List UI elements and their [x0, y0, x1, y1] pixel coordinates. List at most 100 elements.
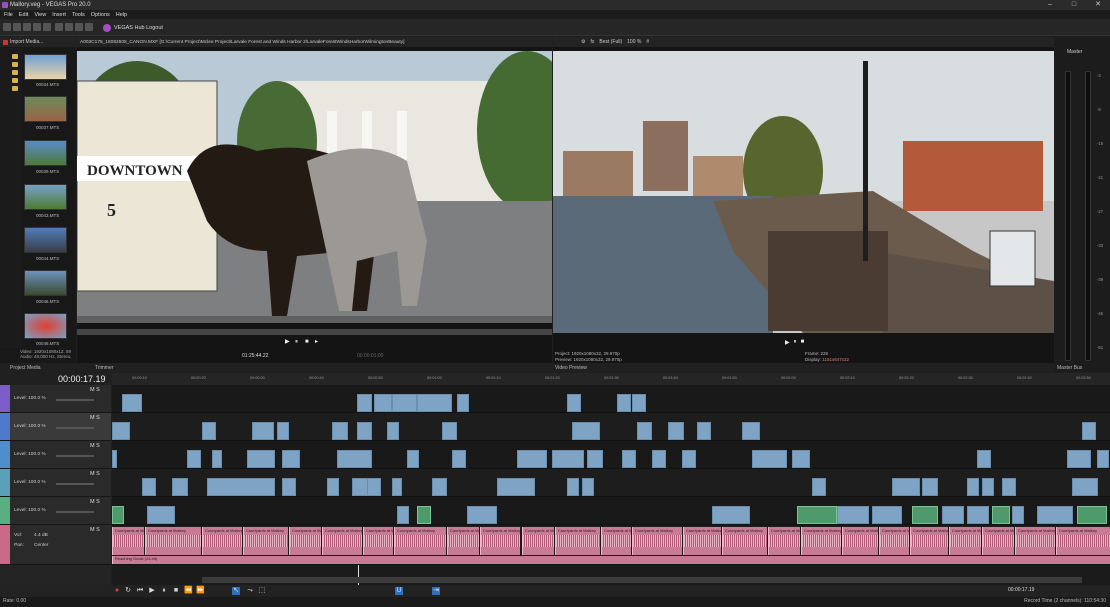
pause-icon[interactable]: ⏸ [794, 339, 797, 346]
video-clip[interactable] [112, 506, 124, 524]
video-clip[interactable] [374, 394, 392, 412]
video-track-header[interactable]: Level: 100.0 % M S [0, 385, 111, 413]
video-clip[interactable] [282, 478, 296, 496]
video-clip[interactable] [367, 478, 381, 496]
video-clip[interactable] [992, 506, 1010, 524]
video-track-header[interactable]: Level: 100.0 % M S [0, 413, 111, 441]
video-clip[interactable] [752, 450, 787, 468]
video-clip[interactable] [392, 478, 402, 496]
audio-clip[interactable]: Courtyards at Mallory [289, 527, 330, 555]
undo-icon[interactable] [75, 23, 83, 31]
menu-options[interactable]: Options [91, 12, 110, 18]
level-slider[interactable] [56, 483, 94, 485]
audio-clip[interactable]: Courtyards at Mallory [1015, 527, 1056, 555]
pause-icon[interactable]: ⏸ [160, 587, 168, 595]
video-clip[interactable] [247, 450, 275, 468]
video-clip[interactable] [587, 450, 603, 468]
menu-edit[interactable]: Edit [19, 12, 28, 18]
video-clip[interactable] [892, 478, 920, 496]
media-thumbnail[interactable] [24, 184, 67, 210]
video-clip[interactable] [1037, 506, 1073, 524]
tab-project-media[interactable]: Project Media [10, 365, 41, 371]
audio-clip[interactable]: Courtyards at Mallory [522, 527, 563, 555]
video-clip[interactable] [797, 506, 837, 524]
video-clip[interactable] [922, 478, 938, 496]
audio-clip[interactable]: Courtyards at Mallory [202, 527, 243, 555]
auto-ripple-icon[interactable]: ⇥ [432, 587, 440, 595]
record-icon[interactable]: ● [113, 587, 121, 595]
video-clip[interactable] [417, 506, 431, 524]
video-clip[interactable] [357, 394, 372, 412]
video-clip[interactable] [567, 478, 579, 496]
video-clip[interactable] [572, 422, 600, 440]
video-track-header[interactable]: Level: 100.0 % M S [0, 497, 111, 525]
video-clip[interactable] [442, 422, 457, 440]
save-icon[interactable] [23, 23, 31, 31]
timeline-tracks[interactable]: Courtyards at Mallory Courtyards at Mallo… [112, 385, 1110, 585]
audio-clip[interactable]: Courtyards at Mallory [394, 527, 446, 555]
video-clip[interactable] [452, 450, 466, 468]
trimmer-scrub-bar[interactable] [77, 329, 552, 335]
video-clip[interactable] [187, 450, 201, 468]
video-clip[interactable] [1067, 450, 1091, 468]
video-clip[interactable] [552, 450, 584, 468]
mute-solo-buttons[interactable]: M S [90, 443, 100, 449]
video-clip[interactable] [417, 394, 452, 412]
trimmer-video[interactable]: DOWNTOWN 5 [77, 51, 552, 323]
video-clip[interactable] [637, 422, 652, 440]
render-icon[interactable] [33, 23, 41, 31]
folder-icon[interactable] [12, 54, 18, 59]
audio-clip[interactable]: Courtyards at Mallory [1056, 527, 1110, 555]
video-clip[interactable] [147, 506, 175, 524]
video-clip[interactable] [142, 478, 156, 496]
audio-clip[interactable]: Courtyards at Mallory [243, 527, 288, 555]
audio-clip[interactable]: Courtyards at Mallory [363, 527, 404, 555]
audio-clip[interactable]: Courtyards at Mallory [910, 527, 951, 555]
audio-track-header[interactable]: Vol: 4.4 dB Pan: Center M S [0, 525, 111, 565]
level-slider[interactable] [56, 427, 94, 429]
audio-clip[interactable]: Courtyards at Mallory [801, 527, 842, 555]
stop-icon[interactable]: ■ [801, 339, 805, 346]
audio-clip[interactable]: Courtyards at Mallory [145, 527, 201, 555]
audio-clip[interactable]: Courtyards at Mallory [768, 527, 809, 555]
folder-icon[interactable] [12, 78, 18, 83]
stop-icon[interactable]: ■ [305, 339, 311, 345]
minimize-button[interactable]: – [1038, 0, 1062, 10]
video-clip[interactable] [277, 422, 289, 440]
video-clip[interactable] [617, 394, 631, 412]
video-clip[interactable] [1012, 506, 1024, 524]
grid-icon[interactable]: # [646, 39, 649, 45]
audio-clip[interactable]: Courtyards at Mallory [555, 527, 600, 555]
video-clip[interactable] [497, 478, 535, 496]
video-clip[interactable] [1002, 478, 1016, 496]
video-clip[interactable] [212, 450, 222, 468]
audio-clip[interactable]: Courtyards at Mallory [982, 527, 1023, 555]
folder-icon[interactable] [12, 62, 18, 67]
video-clip[interactable] [112, 422, 130, 440]
audio-clip[interactable]: Courtyards at Mallory [842, 527, 883, 555]
open-icon[interactable] [13, 23, 21, 31]
level-slider[interactable] [56, 455, 94, 457]
audio-clip[interactable]: Courtyards at Mallory [112, 527, 153, 555]
video-clip[interactable] [742, 422, 760, 440]
properties-icon[interactable] [43, 23, 51, 31]
media-thumbnail[interactable] [24, 227, 67, 253]
video-track-lane[interactable] [112, 385, 1110, 413]
video-clip[interactable] [337, 450, 372, 468]
import-media-button[interactable]: Import Media... [10, 39, 43, 45]
fx-icon[interactable]: fx [590, 39, 594, 45]
video-track-header[interactable]: Level: 100.0 % M S [0, 469, 111, 497]
menu-file[interactable]: File [4, 12, 13, 18]
video-clip[interactable] [397, 506, 409, 524]
video-clip[interactable] [812, 478, 826, 496]
media-thumbnail[interactable] [24, 270, 67, 296]
media-thumbnail[interactable] [24, 140, 67, 166]
timeline-ruler[interactable]: 00:00:10 00:00:20 00:00:30 00:00:40 00:00:50… [112, 373, 1110, 385]
video-clip[interactable] [467, 506, 497, 524]
snapping-icon[interactable]: U [395, 587, 403, 595]
mute-solo-buttons[interactable]: M S [90, 387, 100, 393]
envelope-tool-icon[interactable]: ⤳ [246, 587, 254, 595]
play-from-start-icon[interactable]: ⏮ [136, 587, 144, 595]
video-clip[interactable] [432, 478, 447, 496]
next-frame-icon[interactable]: ▸ [315, 339, 321, 345]
